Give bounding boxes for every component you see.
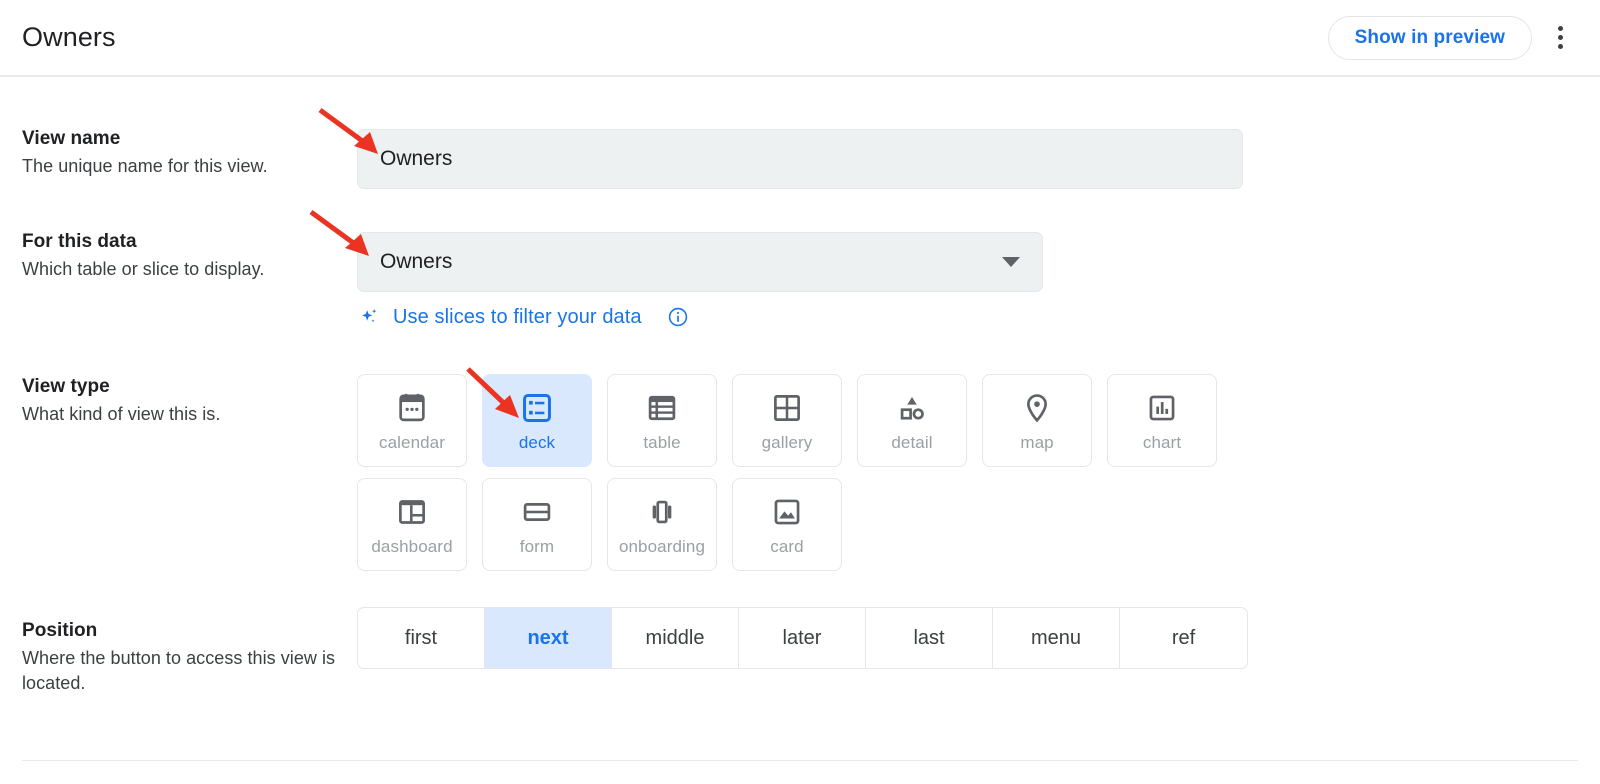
table-icon	[645, 389, 679, 427]
view-name-title: View name	[22, 127, 342, 151]
view-type-option-gallery[interactable]: gallery	[732, 374, 842, 467]
position-option-first[interactable]: first	[358, 608, 485, 668]
view-name-input[interactable]: Owners	[357, 129, 1243, 189]
view-type-label: form	[520, 537, 554, 557]
detail-icon	[895, 389, 929, 427]
position-label-group: Position Where the button to access this…	[22, 619, 342, 696]
for-this-data-label-group: For this data Which table or slice to di…	[22, 230, 342, 282]
gallery-icon	[770, 389, 804, 427]
view-type-row-2: dashboard form	[357, 478, 1237, 571]
for-this-data-value: Owners	[380, 250, 452, 274]
view-type-label: onboarding	[619, 537, 705, 557]
view-type-label: card	[770, 537, 803, 557]
position-option-next[interactable]: next	[485, 608, 612, 668]
view-type-option-form[interactable]: form	[482, 478, 592, 571]
view-name-description: The unique name for this view.	[22, 154, 342, 179]
position-option-ref[interactable]: ref	[1120, 608, 1247, 668]
view-type-label: calendar	[379, 433, 445, 453]
for-this-data-description: Which table or slice to display.	[22, 257, 342, 282]
view-type-option-detail[interactable]: detail	[857, 374, 967, 467]
view-type-option-card[interactable]: card	[732, 478, 842, 571]
view-type-option-chart[interactable]: chart	[1107, 374, 1217, 467]
view-type-option-dashboard[interactable]: dashboard	[357, 478, 467, 571]
view-type-card-grid: calendar deck	[357, 374, 1237, 582]
view-type-label-group: View type What kind of view this is.	[22, 375, 342, 427]
sparkle-icon	[358, 305, 382, 329]
info-icon[interactable]	[667, 306, 689, 328]
header-actions: Show in preview	[1328, 16, 1582, 60]
view-name-label-group: View name The unique name for this view.	[22, 127, 342, 179]
use-slices-link[interactable]: Use slices to filter your data	[358, 305, 689, 329]
view-type-label: table	[643, 433, 680, 453]
view-type-option-onboarding[interactable]: onboarding	[607, 478, 717, 571]
map-pin-icon	[1020, 389, 1054, 427]
use-slices-link-label: Use slices to filter your data	[393, 306, 642, 329]
view-type-label: chart	[1143, 433, 1181, 453]
view-type-description: What kind of view this is.	[22, 402, 342, 427]
deck-icon	[520, 389, 554, 427]
show-in-preview-button[interactable]: Show in preview	[1328, 16, 1532, 60]
view-type-title: View type	[22, 375, 342, 399]
for-this-data-select[interactable]: Owners	[357, 232, 1043, 292]
page-header: Owners Show in preview	[0, 0, 1600, 77]
position-option-middle[interactable]: middle	[612, 608, 739, 668]
for-this-data-title: For this data	[22, 230, 342, 254]
view-type-label: detail	[891, 433, 932, 453]
position-option-menu[interactable]: menu	[993, 608, 1120, 668]
view-type-option-deck[interactable]: deck	[482, 374, 592, 467]
card-icon	[770, 493, 804, 531]
view-type-option-map[interactable]: map	[982, 374, 1092, 467]
position-title: Position	[22, 619, 342, 643]
position-segmented-control: first next middle later last menu ref	[357, 607, 1248, 669]
page-title: Owners	[22, 22, 116, 53]
more-vert-icon[interactable]	[1538, 16, 1582, 60]
view-type-label: deck	[519, 433, 555, 453]
view-type-option-calendar[interactable]: calendar	[357, 374, 467, 467]
view-type-row-1: calendar deck	[357, 374, 1237, 467]
chart-icon	[1145, 389, 1179, 427]
form-icon	[520, 493, 554, 531]
chevron-down-icon	[1002, 257, 1020, 267]
view-type-label: gallery	[762, 433, 813, 453]
view-type-option-table[interactable]: table	[607, 374, 717, 467]
position-description: Where the button to access this view is …	[22, 646, 342, 696]
position-option-later[interactable]: later	[739, 608, 866, 668]
view-type-label: dashboard	[371, 537, 452, 557]
calendar-icon	[395, 389, 429, 427]
dashboard-icon	[395, 493, 429, 531]
onboarding-icon	[645, 493, 679, 531]
view-type-label: map	[1020, 433, 1053, 453]
section-divider	[22, 760, 1578, 761]
position-option-last[interactable]: last	[866, 608, 993, 668]
